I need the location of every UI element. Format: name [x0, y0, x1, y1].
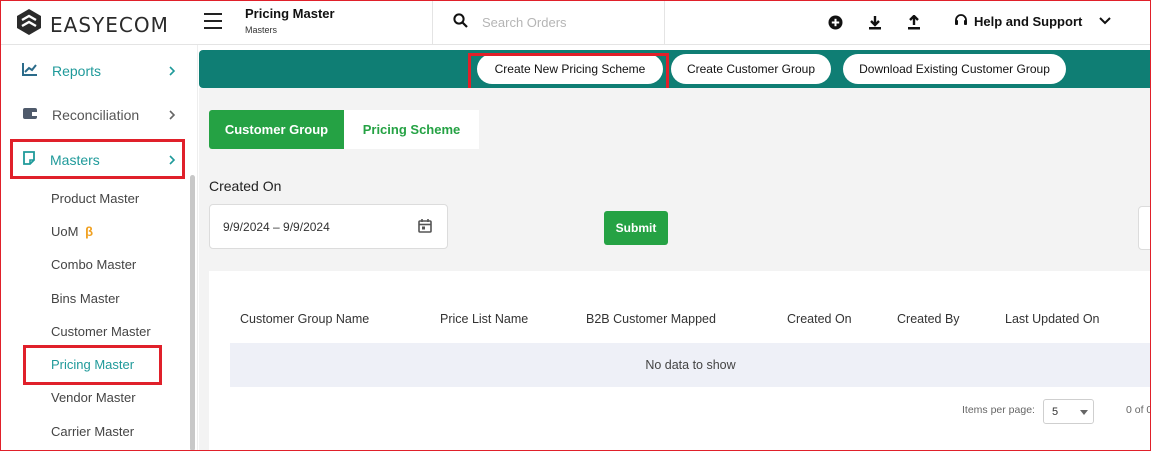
- help-label: Help and Support: [974, 14, 1083, 29]
- sidebar-subitem-bins-master[interactable]: Bins Master: [51, 291, 120, 306]
- sidebar-item-label: Reconciliation: [52, 107, 140, 123]
- page-heading: Pricing Master Masters: [245, 6, 335, 35]
- column-header-created-by[interactable]: Created By: [897, 312, 960, 326]
- chevron-down-icon[interactable]: [1098, 13, 1112, 31]
- empty-table-message: No data to show: [230, 343, 1151, 387]
- submit-button[interactable]: Submit: [604, 211, 668, 245]
- line-chart-icon: [22, 62, 38, 81]
- items-per-page-select[interactable]: 5: [1043, 399, 1094, 424]
- upload-icon[interactable]: [905, 13, 923, 31]
- search-bar: [432, 0, 665, 45]
- action-bar: Create New Pricing Scheme Create Custome…: [199, 50, 1151, 88]
- column-header-customer-group-name[interactable]: Customer Group Name: [240, 312, 369, 326]
- sidebar-subitem-label: UoM: [51, 224, 79, 239]
- sidebar-subitem-carrier-master[interactable]: Carrier Master: [51, 424, 134, 439]
- sidebar: Reports Reconciliation Masters Product M…: [0, 45, 198, 451]
- page-title: Pricing Master: [245, 6, 335, 21]
- column-header-b2b-customer-mapped[interactable]: B2B Customer Mapped: [586, 312, 716, 326]
- column-header-last-updated-on[interactable]: Last Updated On: [1005, 312, 1100, 326]
- sidebar-item-label: Reports: [52, 63, 102, 79]
- created-on-label: Created On: [209, 178, 282, 194]
- menu-toggle-icon[interactable]: [204, 13, 222, 29]
- date-range-picker[interactable]: 9/9/2024 – 9/9/2024: [209, 204, 448, 249]
- add-circle-icon[interactable]: [826, 13, 844, 31]
- chevron-right-icon: [168, 64, 176, 82]
- chevron-right-icon: [168, 108, 176, 126]
- calendar-icon[interactable]: [417, 218, 433, 237]
- wallet-icon: [22, 106, 38, 125]
- page-subtitle: Masters: [245, 25, 278, 35]
- dropdown-caret-icon: [1080, 410, 1088, 415]
- search-icon[interactable]: [453, 12, 468, 33]
- column-header-price-list-name[interactable]: Price List Name: [440, 312, 528, 326]
- pagination-range: 0 of 0: [1126, 404, 1151, 416]
- headset-icon: [954, 13, 968, 30]
- extra-filter-field[interactable]: [1138, 206, 1151, 250]
- items-per-page-label: Items per page:: [962, 404, 1035, 416]
- sidebar-subitem-combo-master[interactable]: Combo Master: [51, 257, 136, 272]
- items-per-page-value: 5: [1052, 405, 1059, 418]
- help-and-support-link[interactable]: Help and Support: [954, 13, 1082, 30]
- sidebar-item-reports[interactable]: Reports: [10, 52, 184, 90]
- download-icon[interactable]: [866, 13, 884, 31]
- create-customer-group-button[interactable]: Create Customer Group: [671, 54, 831, 84]
- sidebar-scrollbar[interactable]: [190, 175, 195, 451]
- top-bar: EASYECOM Pricing Master Masters Help and…: [0, 0, 1151, 45]
- tab-pricing-scheme[interactable]: Pricing Scheme: [344, 110, 479, 149]
- create-scheme-highlight-box: [468, 53, 669, 92]
- masters-highlight-box: [10, 139, 185, 179]
- sidebar-subitem-uom[interactable]: UoM β: [51, 224, 93, 239]
- tab-customer-group[interactable]: Customer Group: [209, 110, 344, 149]
- beta-badge: β: [85, 224, 94, 239]
- sidebar-item-reconciliation[interactable]: Reconciliation: [10, 96, 184, 134]
- pricing-master-highlight-box: [23, 345, 162, 385]
- sidebar-subitem-product-master[interactable]: Product Master: [51, 191, 139, 206]
- logo-text: EASYECOM: [50, 12, 169, 37]
- easyecom-logo-icon: [16, 8, 42, 41]
- download-existing-customer-group-button[interactable]: Download Existing Customer Group: [843, 54, 1066, 84]
- column-header-created-on[interactable]: Created On: [787, 312, 852, 326]
- sidebar-subitem-vendor-master[interactable]: Vendor Master: [51, 390, 136, 405]
- search-input[interactable]: [482, 15, 662, 30]
- logo[interactable]: EASYECOM: [16, 8, 169, 41]
- sidebar-subitem-customer-master[interactable]: Customer Master: [51, 324, 151, 339]
- date-range-value: 9/9/2024 – 9/9/2024: [223, 219, 330, 234]
